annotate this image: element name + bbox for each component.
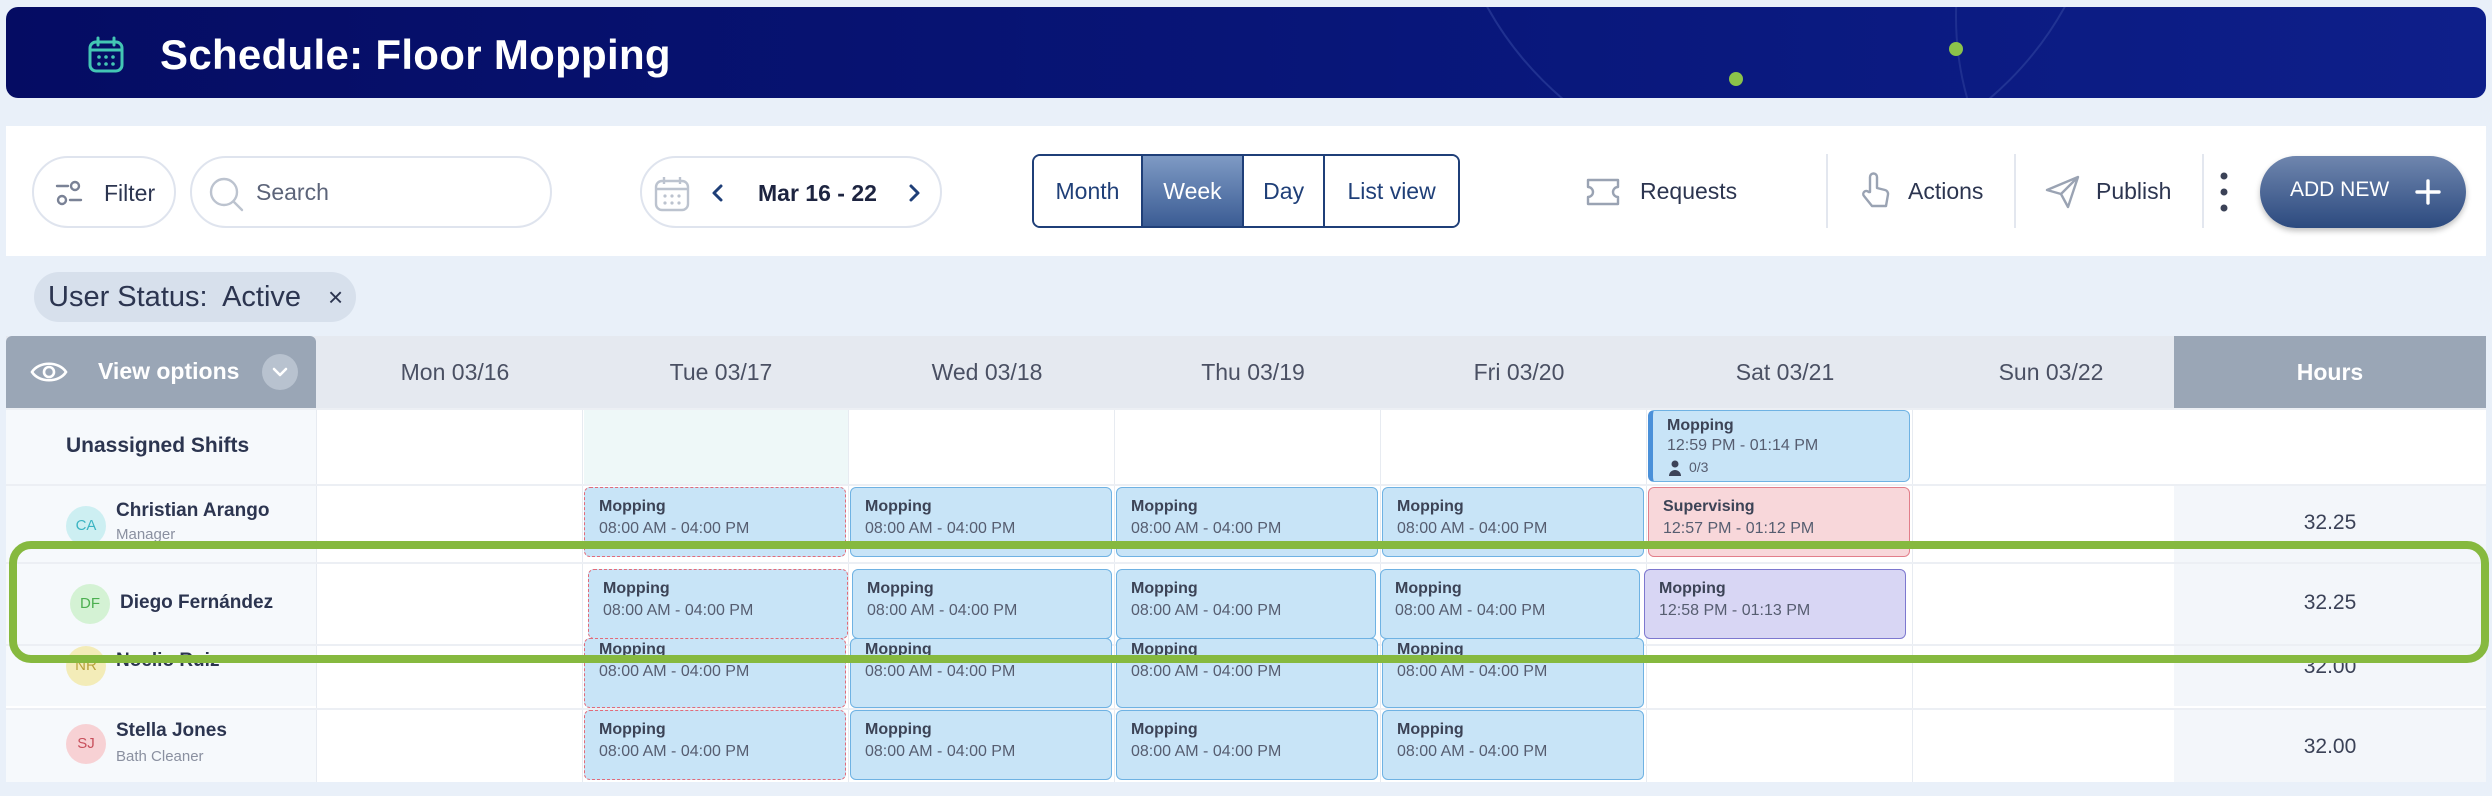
toolbar-divider [1826, 154, 1828, 228]
chevron-right-icon[interactable] [904, 182, 924, 204]
filter-icon [55, 180, 83, 206]
today-cell-highlight [584, 410, 848, 486]
day-header-wed: Wed 03/18 [931, 359, 1043, 385]
shift-title: Mopping [1397, 721, 1464, 738]
add-new-label: ADD NEW [2290, 178, 2390, 201]
search-input[interactable] [256, 176, 536, 208]
actions-label: Actions [1908, 178, 1984, 204]
unassigned-shifts-row: Unassigned Shifts Mopping 12:59 PM - 01:… [6, 408, 2486, 486]
filter-chip-label: User Status: Active [48, 281, 301, 314]
tab-list-view[interactable]: List view [1325, 156, 1458, 226]
tab-day[interactable]: Day [1244, 156, 1326, 226]
shift-time: 08:00 AM - 04:00 PM [865, 663, 1016, 680]
row-highlight-outline [9, 541, 2489, 663]
chevron-down-icon[interactable] [262, 354, 298, 390]
date-picker-icon[interactable] [652, 174, 692, 214]
send-icon [2045, 175, 2080, 209]
view-options-button[interactable]: View options [6, 336, 316, 408]
requests-button[interactable]: Requests [1576, 156, 1786, 228]
unassigned-label: Unassigned Shifts [66, 434, 250, 457]
shift-title: Mopping [599, 498, 666, 515]
more-options-icon[interactable] [2218, 170, 2230, 214]
employee-name-cell: SJ Stella Jones Bath Cleaner [6, 710, 316, 782]
shift-time: 08:00 AM - 04:00 PM [865, 743, 1016, 760]
add-new-button[interactable]: ADD NEW [2260, 156, 2466, 228]
plus-icon [2415, 179, 2441, 205]
shift-time: 12:59 PM - 01:14 PM [1667, 437, 1819, 454]
grid-header-row: View options Mon 03/16 Tue 03/17 Wed 03/… [6, 336, 2486, 408]
day-header-sun: Sun 03/22 [1998, 359, 2104, 385]
shift-card[interactable]: Mopping 08:00 AM - 04:00 PM [850, 710, 1112, 780]
page-header: Schedule: Floor Mopping [6, 7, 2486, 98]
filter-chip-value: Active [222, 281, 302, 313]
shift-title: Supervising [1663, 498, 1755, 515]
calendar-icon [88, 36, 124, 73]
unassigned-name-cell: Unassigned Shifts [6, 410, 316, 484]
actions-button[interactable]: Actions [1850, 156, 2006, 228]
shift-time: 08:00 AM - 04:00 PM [599, 743, 750, 760]
filter-chip-key: User Status: [48, 281, 208, 313]
shift-title: Mopping [1667, 417, 1734, 434]
shift-title: Mopping [599, 721, 666, 738]
day-header-fri: Fri 03/20 [1473, 359, 1565, 385]
shift-title: Mopping [1131, 498, 1198, 515]
tab-week[interactable]: Week [1142, 156, 1245, 226]
shift-time: 08:00 AM - 04:00 PM [1397, 663, 1548, 680]
shift-time: 08:00 AM - 04:00 PM [1397, 743, 1548, 760]
requests-label: Requests [1640, 178, 1738, 204]
shift-card[interactable]: Mopping 08:00 AM - 04:00 PM [1116, 710, 1378, 780]
shift-time: 08:00 AM - 04:00 PM [1131, 743, 1282, 760]
day-header-tue: Tue 03/17 [669, 359, 773, 385]
shift-title: Mopping [865, 498, 932, 515]
shift-card[interactable]: Mopping 08:00 AM - 04:00 PM [1382, 710, 1644, 780]
day-header-mon: Mon 03/16 [400, 359, 510, 385]
tab-month[interactable]: Month [1034, 156, 1143, 226]
user-slots-icon [1669, 460, 1681, 476]
chevron-left-icon[interactable] [708, 182, 728, 204]
hours-column-header: Hours [2174, 336, 2486, 408]
view-tabs: Month Week Day List view [1032, 154, 1460, 228]
search-icon [209, 177, 244, 212]
employee-row: SJ Stella Jones Bath Cleaner Mopping 08:0… [6, 708, 2486, 782]
publish-button[interactable]: Publish [2036, 156, 2196, 228]
shift-time: 08:00 AM - 04:00 PM [865, 520, 1016, 537]
date-navigator: Mar 16 - 22 [640, 156, 942, 228]
filter-label: Filter [104, 180, 156, 206]
day-header-thu: Thu 03/19 [1201, 359, 1305, 385]
shift-slots: 0/3 [1689, 459, 1709, 475]
shift-title: Mopping [865, 721, 932, 738]
filter-chip-user-status: User Status: Active × [34, 272, 356, 322]
eye-icon [30, 362, 68, 382]
hours-value: 32.00 [2174, 710, 2486, 782]
employee-name[interactable]: Stella Jones [116, 720, 227, 742]
avatar: SJ [66, 724, 106, 764]
toolbar: Filter Mar 16 - 22 Month Week Day List v… [6, 126, 2486, 256]
shift-time: 08:00 AM - 04:00 PM [599, 663, 750, 680]
toolbar-divider [2014, 154, 2016, 228]
shift-title: Mopping [1397, 498, 1464, 515]
shift-card[interactable]: Mopping 08:00 AM - 04:00 PM [584, 710, 846, 780]
shift-time: 08:00 AM - 04:00 PM [599, 520, 750, 537]
filter-button[interactable]: Filter [32, 156, 176, 228]
ticket-icon [1586, 178, 1620, 206]
search-box [190, 156, 552, 228]
shift-time: 08:00 AM - 04:00 PM [1131, 520, 1282, 537]
toolbar-divider [2202, 154, 2204, 228]
shift-time: 12:57 PM - 01:12 PM [1663, 520, 1815, 537]
shift-time: 08:00 AM - 04:00 PM [1397, 520, 1548, 537]
day-header-sat: Sat 03/21 [1735, 359, 1835, 385]
date-range-label: Mar 16 - 22 [758, 180, 877, 206]
shift-time: 08:00 AM - 04:00 PM [1131, 663, 1282, 680]
page-title: Schedule: Floor Mopping [160, 31, 671, 78]
employee-name[interactable]: Christian Arango [116, 500, 269, 522]
shift-title: Mopping [1131, 721, 1198, 738]
hand-pointer-icon [1862, 172, 1890, 208]
shift-card-unassigned[interactable]: Mopping 12:59 PM - 01:14 PM 0/3 [1648, 410, 1910, 482]
employee-role: Bath Cleaner [116, 748, 204, 765]
view-options-label: View options [98, 358, 240, 384]
publish-label: Publish [2096, 178, 2172, 204]
remove-filter-icon[interactable]: × [328, 282, 343, 313]
avatar: CA [66, 506, 106, 546]
